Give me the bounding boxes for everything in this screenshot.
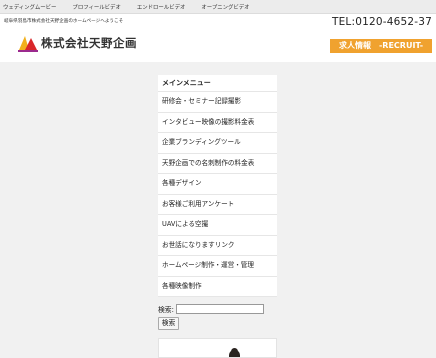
topnav-link-endroll-video[interactable]: エンドロールビデオ — [137, 3, 186, 11]
main-menu: メインメニュー 研修会・セミナー記録撮影 インタビュー映像の撮影料金表 企業ブラ… — [158, 75, 277, 297]
menu-item-links[interactable]: お世話になりますリンク — [158, 236, 277, 256]
staff-photo — [158, 338, 277, 358]
menu-item-uav-aerial[interactable]: UAVによる空撮 — [158, 215, 277, 236]
menu-item-web-production[interactable]: ホームページ制作・運営・管理 — [158, 256, 277, 277]
search-label: 検索: — [158, 306, 174, 314]
menu-item-customer-survey[interactable]: お客様ご利用アンケート — [158, 195, 277, 215]
site-logo[interactable]: 株式会社天野企画 — [18, 34, 137, 52]
logo-text: 株式会社天野企画 — [41, 36, 137, 50]
search-form: 検索: 検索 — [158, 304, 264, 330]
recruit-button[interactable]: 求人情報 -RECRUIT- — [330, 39, 432, 53]
menu-item-branding-tool[interactable]: 企業ブランディングツール — [158, 133, 277, 154]
topnav-link-profile-video[interactable]: プロフィールビデオ — [72, 3, 120, 11]
topnav-link-opening-video[interactable]: オープニングビデオ — [201, 3, 249, 11]
main-menu-title: メインメニュー — [158, 75, 277, 92]
menu-item-interview-pricing[interactable]: インタビュー映像の撮影料金表 — [158, 113, 277, 133]
search-input[interactable] — [175, 304, 264, 314]
menu-item-seminar-recording[interactable]: 研修会・セミナー記録撮影 — [158, 92, 277, 113]
topnav-link-wedding-movie[interactable]: ウェディングムービー — [3, 3, 56, 11]
menu-item-video-production[interactable]: 各種映像制作 — [158, 277, 277, 297]
site-header: 岐阜県羽島市株式会社天野企画のホームページへようこそ TEL:0120-4652… — [0, 14, 436, 62]
person-image — [229, 348, 240, 357]
logo-mark-icon — [18, 36, 38, 52]
top-navigation: ウェディングムービー プロフィールビデオ エンドロールビデオ オープニングビデオ — [0, 0, 436, 14]
menu-item-design[interactable]: 各種デザイン — [158, 174, 277, 195]
welcome-text: 岐阜県羽島市株式会社天野企画のホームページへようこそ — [4, 19, 124, 24]
phone-number: TEL:0120-4652-37 — [331, 16, 432, 28]
menu-item-business-card-pricing[interactable]: 天野企画での名刺制作の料金表 — [158, 154, 277, 174]
search-button[interactable]: 検索 — [158, 317, 179, 330]
